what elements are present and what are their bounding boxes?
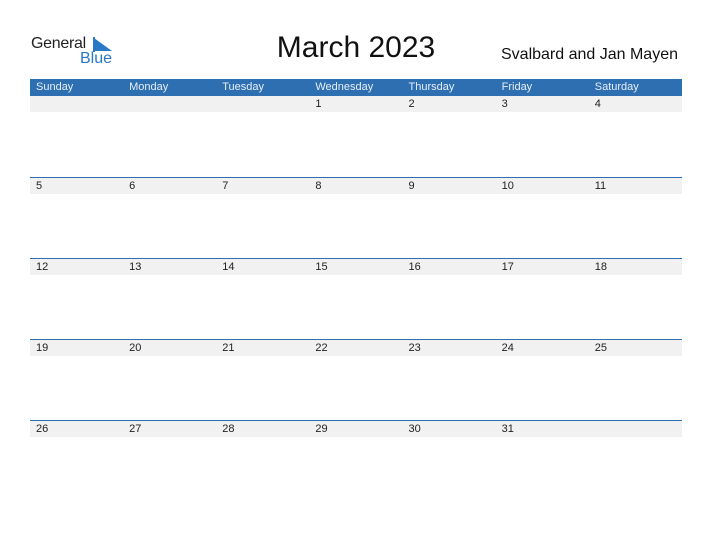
day-cell (123, 96, 216, 112)
day-cell: 29 (315, 423, 328, 435)
day-cell: 4 (594, 98, 601, 110)
day-cell: 18 (594, 261, 607, 273)
day-cell: 12 (36, 261, 49, 273)
day-cell: 30 (408, 423, 421, 435)
day-cell: 13 (129, 261, 142, 273)
day-cell: 5 (36, 180, 43, 192)
day-cell: 9 (408, 180, 415, 192)
weekday-saturday: Saturday (594, 81, 639, 93)
day-cell: 8 (315, 180, 322, 192)
day-cell: 24 (501, 342, 514, 354)
week-row-2: 5 6 7 8 9 10 11 (30, 177, 682, 194)
day-cell: 10 (501, 180, 514, 192)
day-cell: 26 (36, 423, 49, 435)
region-label: Svalbard and Jan Mayen (501, 46, 678, 63)
day-cell: 25 (594, 342, 607, 354)
weekday-monday: Monday (129, 81, 169, 93)
day-cell: 15 (315, 261, 328, 273)
day-cell: 14 (222, 261, 235, 273)
day-cell: 19 (36, 342, 49, 354)
week-row-1: 1 2 3 4 (30, 96, 682, 112)
week-row-3: 12 13 14 15 16 17 18 (30, 258, 682, 275)
day-cell: 17 (501, 261, 514, 273)
weekday-wednesday: Wednesday (315, 81, 374, 93)
weekday-header: Sunday Monday Tuesday Wednesday Thursday… (30, 79, 682, 96)
day-cell: 6 (129, 180, 136, 192)
day-cell: 28 (222, 423, 235, 435)
day-cell: 11 (594, 180, 607, 192)
day-cell: 31 (501, 423, 514, 435)
day-cell: 1 (315, 98, 322, 110)
day-cell: 22 (315, 342, 328, 354)
day-cell: 2 (408, 98, 415, 110)
day-cell (589, 421, 682, 437)
day-cell: 3 (501, 98, 508, 110)
day-cell: 7 (222, 180, 229, 192)
week-row-4: 19 20 21 22 23 24 25 (30, 339, 682, 356)
day-cell: 23 (408, 342, 421, 354)
day-cell (216, 96, 309, 112)
day-cell: 20 (129, 342, 142, 354)
day-cell: 27 (129, 423, 142, 435)
day-cell: 16 (408, 261, 421, 273)
week-row-5: 26 27 28 29 30 31 (30, 420, 682, 437)
day-cell (30, 96, 123, 112)
day-cell: 21 (222, 342, 235, 354)
weekday-thursday: Thursday (408, 81, 455, 93)
weekday-tuesday: Tuesday (222, 81, 265, 93)
weekday-friday: Friday (501, 81, 533, 93)
weekday-sunday: Sunday (36, 81, 74, 93)
